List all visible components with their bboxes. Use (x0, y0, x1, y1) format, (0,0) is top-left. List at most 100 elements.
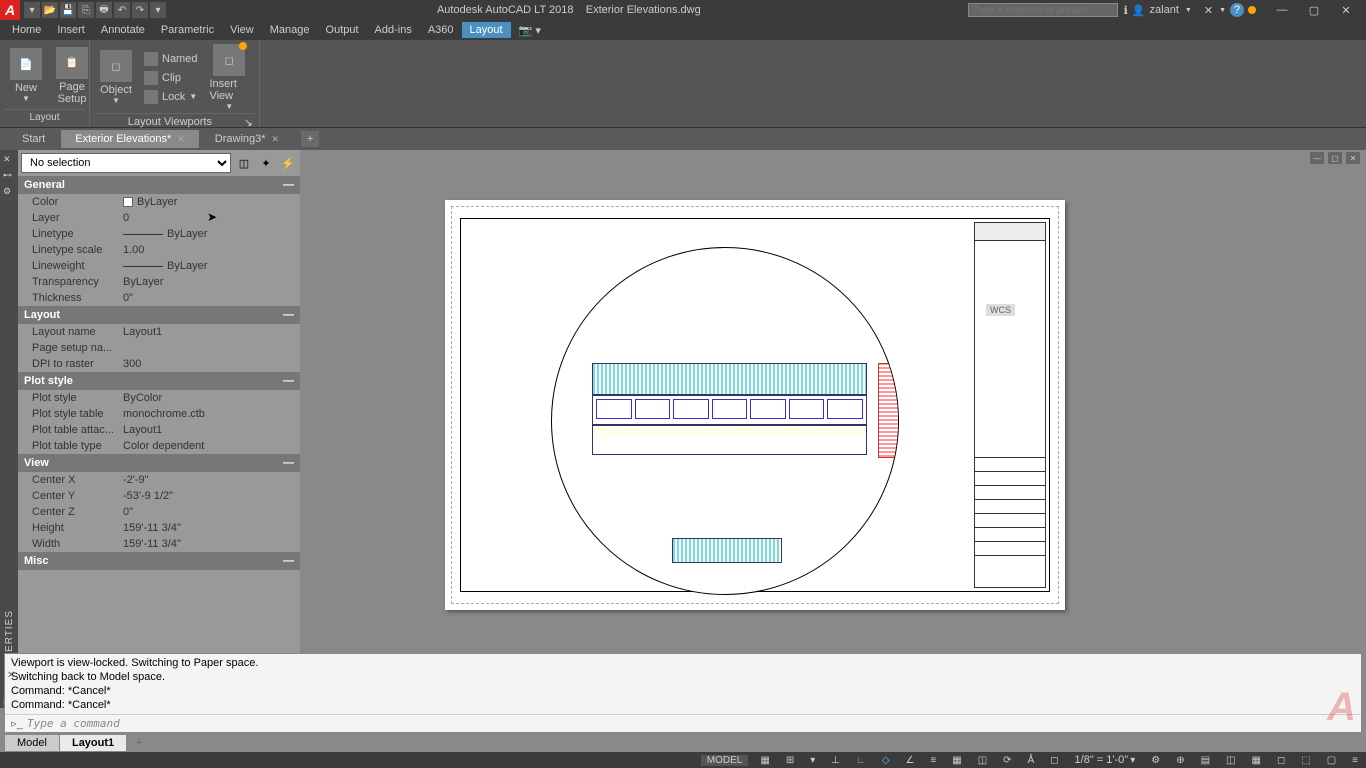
annotation-monitor-icon[interactable]: ⊕ (1172, 755, 1188, 766)
quickprops-icon[interactable]: ◫ (1222, 755, 1239, 766)
menu-view[interactable]: View (222, 22, 262, 38)
polar-toggle-icon[interactable]: ∟ (852, 755, 870, 766)
model-paper-toggle[interactable]: MODEL (701, 755, 749, 766)
prop-section-view[interactable]: View— (18, 454, 300, 472)
layout-tab-layout1[interactable]: Layout1 (59, 734, 127, 752)
viewport-maximize-icon[interactable]: ▢ (1328, 152, 1342, 164)
prop-row[interactable]: Width159'-11 3/4" (18, 536, 300, 552)
menu-annotate[interactable]: Annotate (93, 22, 153, 38)
page-setup-button[interactable]: 📋 Page Setup (50, 42, 94, 109)
customize-icon[interactable]: ≡ (1348, 755, 1362, 766)
transparency-toggle-icon[interactable]: ▦ (948, 755, 965, 766)
circular-viewport[interactable] (551, 247, 899, 595)
menu-manage[interactable]: Manage (262, 22, 318, 38)
command-input[interactable]: Type a command (27, 717, 1359, 730)
select-objects-icon[interactable]: ✦ (257, 154, 275, 172)
prop-row[interactable]: Center Y-53'-9 1/2" (18, 488, 300, 504)
viewport-minimize-icon[interactable]: — (1310, 152, 1324, 164)
menu-insert[interactable]: Insert (49, 22, 93, 38)
hardware-icon[interactable]: ⬚ (1297, 755, 1314, 766)
prop-section-general[interactable]: General— (18, 176, 300, 194)
prop-row[interactable]: Layer0 (18, 210, 300, 226)
add-layout-button[interactable]: + (130, 737, 148, 749)
app-logo[interactable]: A (0, 0, 20, 20)
object-viewport-button[interactable]: ◻ Object ▼ (94, 42, 138, 113)
camera-dropdown[interactable]: 📷 ▾ (511, 22, 549, 39)
search-input[interactable] (968, 3, 1118, 17)
tab-close-icon[interactable]: ✕ (272, 134, 280, 144)
cycling-toggle-icon[interactable]: ◫ (974, 755, 991, 766)
qat-print-icon[interactable]: 🖶 (96, 2, 112, 18)
menu-home[interactable]: Home (4, 22, 49, 38)
prop-row[interactable]: Linetype ByLayer (18, 226, 300, 242)
wcs-label[interactable]: WCS (986, 304, 1015, 316)
prop-row[interactable]: Plot styleByColor (18, 390, 300, 406)
menu-parametric[interactable]: Parametric (153, 22, 222, 38)
prop-row[interactable]: Height159'-11 3/4" (18, 520, 300, 536)
workspace-icon[interactable]: ⚙ (1147, 755, 1164, 766)
menu-add-ins[interactable]: Add-ins (367, 22, 420, 38)
prop-row[interactable]: Thickness0" (18, 290, 300, 306)
lock-ui-icon[interactable]: ▦ (1247, 755, 1264, 766)
clip-viewport-button[interactable]: Clip (140, 69, 201, 87)
props-pin-icon[interactable]: ⊷ (3, 170, 15, 182)
cmdline-close-icon[interactable]: ✕ (7, 670, 15, 681)
cleanscreen-icon[interactable]: ▢ (1323, 755, 1340, 766)
quick-select-icon[interactable]: ⚡ (279, 154, 297, 172)
prop-section-misc[interactable]: Misc— (18, 552, 300, 570)
prop-row[interactable]: Center X-2'-9" (18, 472, 300, 488)
ortho-toggle-icon[interactable]: ⊥ (827, 755, 844, 766)
annovisibility-icon[interactable]: Å (1024, 755, 1039, 766)
doc-tab[interactable]: Drawing3*✕ (201, 130, 293, 148)
username[interactable]: zalant (1150, 4, 1179, 16)
qat-saveas-icon[interactable]: ⎘ (78, 2, 94, 18)
viewport-close-icon[interactable]: ✕ (1346, 152, 1360, 164)
close-button[interactable]: ✕ (1334, 3, 1358, 17)
infocenter-icon[interactable]: ℹ (1124, 4, 1128, 17)
automate-icon[interactable]: ◻ (1046, 755, 1062, 766)
prop-row[interactable]: DPI to raster300 (18, 356, 300, 372)
props-close-icon[interactable]: ✕ (3, 154, 15, 166)
qat-undo-icon[interactable]: ↶ (114, 2, 130, 18)
prop-row[interactable]: Linetype scale1.00 (18, 242, 300, 258)
paper-space[interactable]: WCS (445, 200, 1065, 610)
qat-more-icon[interactable]: ▾ (150, 2, 166, 18)
menu-layout[interactable]: Layout (462, 22, 511, 38)
insert-view-button[interactable]: ◻ Insert View ▼ (203, 42, 255, 113)
qat-new-icon[interactable]: ▾ (24, 2, 40, 18)
prop-row[interactable]: Plot table typeColor dependent (18, 438, 300, 454)
new-tab-button[interactable]: + (301, 131, 319, 147)
units-icon[interactable]: ▤ (1197, 755, 1214, 766)
qat-redo-icon[interactable]: ↷ (132, 2, 148, 18)
doc-tab[interactable]: Start (8, 130, 59, 148)
selection-dropdown[interactable]: No selection (21, 153, 231, 173)
drawing-canvas[interactable]: — ▢ ✕ (300, 150, 1366, 708)
minimize-button[interactable]: — (1270, 3, 1294, 17)
prop-row[interactable]: Plot style tablemonochrome.ctb (18, 406, 300, 422)
tab-close-icon[interactable]: ✕ (177, 134, 185, 144)
otrack-toggle-icon[interactable]: ∠ (901, 755, 918, 766)
props-options-icon[interactable]: ⚙ (3, 186, 15, 198)
prop-row[interactable]: Page setup na... (18, 340, 300, 356)
qat-save-icon[interactable]: 💾 (60, 2, 76, 18)
isolate-icon[interactable]: ◻ (1273, 755, 1289, 766)
scale-display[interactable]: 1/8" = 1'-0" ▾ (1071, 754, 1140, 766)
prop-row[interactable]: Color ByLayer (18, 194, 300, 210)
toggle-pickadd-icon[interactable]: ◫ (235, 154, 253, 172)
prop-section-plot-style[interactable]: Plot style— (18, 372, 300, 390)
prop-section-layout[interactable]: Layout— (18, 306, 300, 324)
snap-dropdown-icon[interactable]: ▾ (806, 755, 819, 766)
new-layout-button[interactable]: 📄 New ▼ (4, 42, 48, 109)
user-icon[interactable]: 👤 (1132, 4, 1146, 17)
prop-row[interactable]: Layout nameLayout1 (18, 324, 300, 340)
user-dropdown-icon[interactable]: ▼ (1185, 7, 1192, 14)
prop-row[interactable]: Lineweight ByLayer (18, 258, 300, 274)
exchange-icon[interactable]: ✕ (1204, 4, 1213, 17)
qat-open-icon[interactable]: 📂 (42, 2, 58, 18)
lineweight-toggle-icon[interactable]: ≡ (926, 755, 940, 766)
menu-output[interactable]: Output (318, 22, 367, 38)
lock-viewport-button[interactable]: Lock▼ (140, 88, 201, 106)
doc-tab[interactable]: Exterior Elevations*✕ (61, 130, 199, 148)
prop-row[interactable]: Plot table attac...Layout1 (18, 422, 300, 438)
grid-toggle-icon[interactable]: ▦ (756, 755, 773, 766)
